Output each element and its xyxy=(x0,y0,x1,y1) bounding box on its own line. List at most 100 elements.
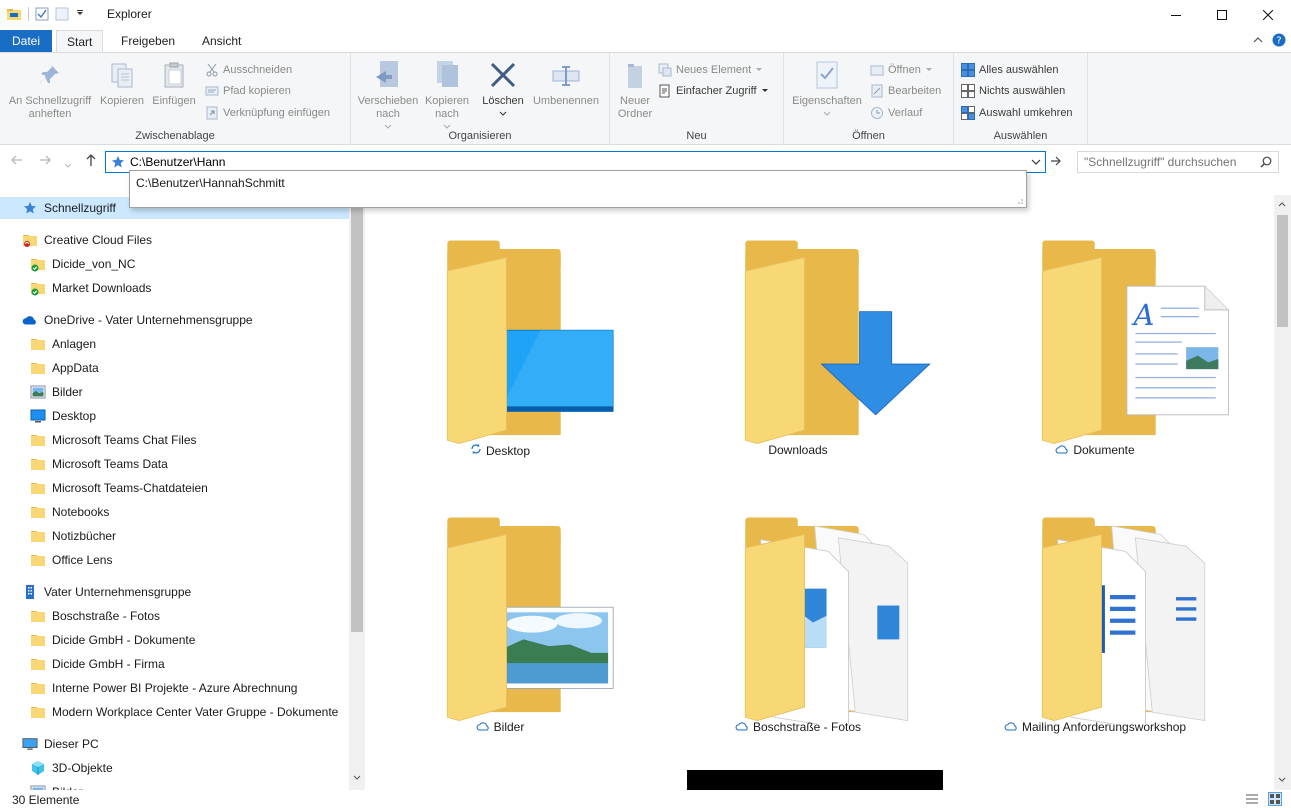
scroll-down-icon[interactable] xyxy=(353,775,361,781)
nav-item-17[interactable]: Dicide GmbH - Dokumente xyxy=(0,629,349,651)
nav-item-9[interactable]: Microsoft Teams Chat Files xyxy=(0,429,349,451)
autocomplete-suggestion[interactable]: C:\Benutzer\HannahSchmitt xyxy=(136,176,285,190)
address-input[interactable] xyxy=(130,154,1010,170)
search-box[interactable] xyxy=(1077,151,1279,173)
close-button[interactable] xyxy=(1245,0,1291,30)
nav-item-16[interactable]: Boschstraße - Fotos xyxy=(0,605,349,627)
properties-icon[interactable] xyxy=(35,7,49,21)
paste-shortcut-button[interactable]: Verknüpfung einfügen xyxy=(205,104,330,122)
navigation-scrollbar[interactable] xyxy=(349,195,365,790)
invert-selection-button[interactable]: Auswahl umkehren xyxy=(961,104,1073,122)
go-button[interactable] xyxy=(1050,155,1062,170)
tab-ansicht[interactable]: Ansicht xyxy=(192,30,251,52)
pin-quick-access-button[interactable]: An Schnellzugriff anheften xyxy=(4,59,96,121)
nav-item-14[interactable]: Office Lens xyxy=(0,549,349,571)
folder-word-icon xyxy=(1041,517,1206,724)
paste-button[interactable]: Einfügen xyxy=(149,59,199,108)
nav-item-3[interactable]: Market Downloads xyxy=(0,277,349,299)
folder-icon xyxy=(30,432,46,448)
open-button[interactable]: Öffnen xyxy=(870,61,933,79)
details-view-icon[interactable] xyxy=(1245,793,1259,805)
nav-item-7[interactable]: Bilder xyxy=(0,381,349,403)
nav-item-label: Modern Workplace Center Vater Gruppe - D… xyxy=(52,705,339,719)
scroll-down-icon[interactable] xyxy=(1278,777,1286,783)
folder-tile[interactable]: Desktop xyxy=(365,195,635,465)
up-button[interactable] xyxy=(84,153,98,170)
nav-item-8[interactable]: Desktop xyxy=(0,405,349,427)
nav-item-5[interactable]: Anlagen xyxy=(0,333,349,355)
new-folder-button[interactable]: Neuer Ordner xyxy=(614,59,656,121)
folder-tile[interactable]: Mailing Anforderungsworkshop xyxy=(960,472,1230,742)
chevron-down-icon[interactable] xyxy=(1031,158,1041,166)
resize-grip-icon[interactable] xyxy=(1016,197,1024,205)
forward-button[interactable] xyxy=(38,153,52,170)
search-input[interactable] xyxy=(1084,154,1254,170)
nav-item-11[interactable]: Microsoft Teams-Chatdateien xyxy=(0,477,349,499)
large-icons-view-icon[interactable] xyxy=(1268,792,1282,806)
nav-item-2[interactable]: Dicide_von_NC xyxy=(0,253,349,275)
navigation-scroll-thumb[interactable] xyxy=(351,195,363,632)
folder-tile-text: Boschstraße - Fotos xyxy=(752,720,862,734)
nav-item-23[interactable]: Bilder xyxy=(0,781,349,790)
maximize-button[interactable] xyxy=(1199,0,1245,30)
nav-item-18[interactable]: Dicide GmbH - Firma xyxy=(0,653,349,675)
edit-button[interactable]: Bearbeiten xyxy=(870,82,941,100)
folder-tile[interactable]: Boschstraße - Fotos xyxy=(663,472,933,742)
recent-locations-button[interactable] xyxy=(64,156,72,172)
copy-path-button[interactable]: Pfad kopieren xyxy=(205,82,291,100)
cut-button[interactable]: Ausschneiden xyxy=(205,61,292,79)
group-label-select: Auswählen xyxy=(993,130,1048,142)
nav-item-13[interactable]: Notizbücher xyxy=(0,525,349,547)
back-button[interactable] xyxy=(10,153,24,170)
nav-item-19[interactable]: Interne Power BI Projekte - Azure Abrech… xyxy=(0,677,349,699)
select-all-button[interactable]: Alles auswählen xyxy=(961,61,1059,79)
help-icon: ? xyxy=(1272,33,1286,47)
content-scroll-thumb[interactable] xyxy=(1277,215,1288,327)
help-button[interactable]: ? xyxy=(1272,33,1286,50)
move-to-button[interactable]: Verschieben nach xyxy=(355,59,421,134)
tab-datei[interactable]: Datei xyxy=(0,30,52,52)
folder-tile[interactable]: A Dokumente xyxy=(960,195,1230,465)
copy-to-button[interactable]: Kopieren nach xyxy=(421,59,473,134)
ribbon-collapse-button[interactable] xyxy=(1252,34,1264,49)
scissors-icon xyxy=(206,63,218,77)
chevron-down-icon[interactable] xyxy=(75,9,85,19)
nav-item-15[interactable]: Vater Unternehmensgruppe xyxy=(0,581,349,603)
minimize-button[interactable] xyxy=(1153,0,1199,30)
address-autocomplete: C:\Benutzer\HannahSchmitt xyxy=(129,170,1027,208)
item-count: 30 Elemente xyxy=(12,793,80,807)
delete-button[interactable]: Löschen xyxy=(477,59,529,121)
new-item-button[interactable]: Neues Element xyxy=(658,61,763,79)
svg-text:?: ? xyxy=(1276,36,1281,47)
scroll-up-icon[interactable] xyxy=(1278,201,1286,207)
folder-icon xyxy=(30,456,46,472)
tab-start[interactable]: Start xyxy=(56,30,104,53)
nav-item-12[interactable]: Notebooks xyxy=(0,501,349,523)
nav-item-10[interactable]: Microsoft Teams Data xyxy=(0,453,349,475)
easy-access-button[interactable]: Einfacher Zugriff xyxy=(658,82,769,100)
nav-item-20[interactable]: Modern Workplace Center Vater Gruppe - D… xyxy=(0,701,349,723)
history-button[interactable]: Verlauf xyxy=(870,104,922,122)
content-scrollbar[interactable] xyxy=(1274,195,1291,790)
folder-tile[interactable]: Bilder xyxy=(365,472,635,742)
rename-button[interactable]: Umbenennen xyxy=(529,59,603,108)
select-none-button[interactable]: Nichts auswählen xyxy=(961,82,1065,100)
group-select: Alles auswählen Nichts auswählen Auswahl… xyxy=(954,53,1088,145)
nav-item-1[interactable]: Creative Cloud Files xyxy=(0,229,349,251)
tab-freigeben[interactable]: Freigeben xyxy=(111,30,185,52)
new-folder-quick-icon[interactable] xyxy=(55,7,69,21)
folder-tile[interactable]: Downloads xyxy=(663,195,933,465)
copy-button[interactable]: Kopieren xyxy=(97,59,147,108)
search-icon[interactable] xyxy=(1260,156,1272,168)
nav-item-21[interactable]: Dieser PC xyxy=(0,733,349,755)
nav-item-22[interactable]: 3D-Objekte xyxy=(0,757,349,779)
properties-button[interactable]: Eigenschaften xyxy=(788,59,866,121)
edit-icon xyxy=(871,84,883,98)
nav-item-6[interactable]: AppData xyxy=(0,357,349,379)
folder-tile-label: Mailing Anforderungsworkshop xyxy=(960,720,1230,734)
nav-item-4[interactable]: OneDrive - Vater Unternehmensgruppe xyxy=(0,309,349,331)
open-label: Öffnen xyxy=(888,64,921,76)
delete-label: Löschen xyxy=(482,95,524,107)
nav-item-label: Desktop xyxy=(52,409,97,423)
nav-item-label: Creative Cloud Files xyxy=(44,233,153,247)
